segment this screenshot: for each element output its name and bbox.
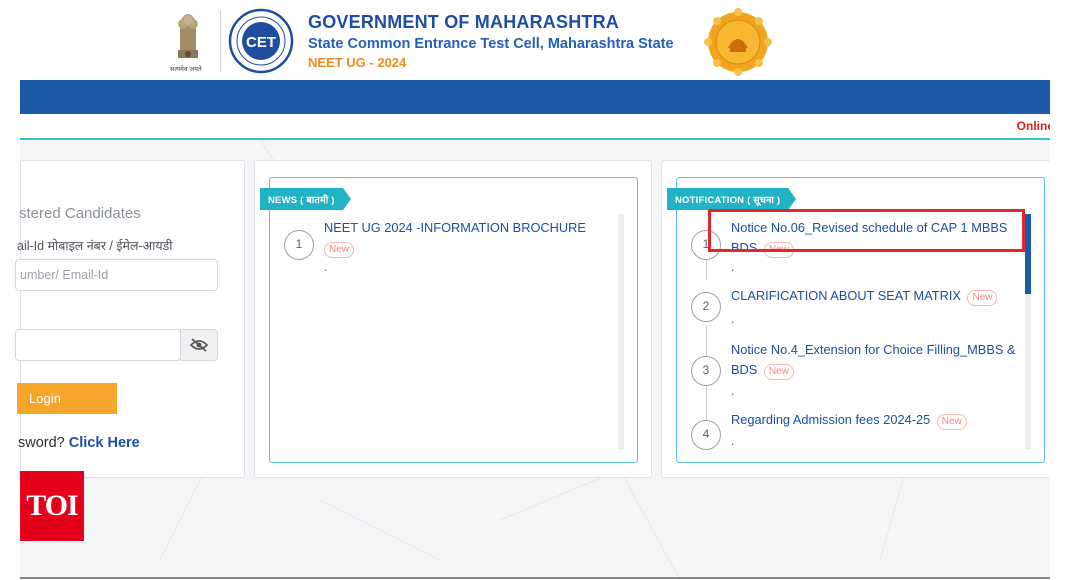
page-title: GOVERNMENT OF MAHARASHTRA	[308, 12, 619, 32]
news-item-title-text[interactable]: NEET UG 2024 -INFORMATION BROCHURE	[324, 220, 586, 235]
timeline-connector	[706, 260, 707, 280]
header-separator	[220, 10, 221, 72]
new-badge: New	[936, 414, 967, 430]
mobile-email-input[interactable]	[15, 259, 218, 291]
new-badge: New	[967, 290, 998, 306]
notification-item-dot: .	[731, 260, 735, 274]
notification-item-dot: .	[731, 384, 735, 398]
news-tag: NEWS ( बातमी )	[260, 188, 351, 210]
toggle-password-button[interactable]	[180, 329, 218, 361]
new-badge: New	[324, 242, 355, 258]
login-heading: stered Candidates	[19, 205, 141, 222]
ticker-text[interactable]: Online	[1017, 119, 1050, 133]
notification-item-title[interactable]: CLARIFICATION ABOUT SEAT MATRIX New	[731, 286, 1031, 306]
news-item-dot: .	[324, 260, 328, 274]
exam-name: NEET UG - 2024	[308, 55, 407, 70]
new-badge: New	[763, 364, 794, 380]
header-title-block: GOVERNMENT OF MAHARASHTRA State Common E…	[308, 12, 674, 70]
login-panel: stered Candidates ail-Id मोबाइल नंबर / ई…	[15, 160, 245, 478]
notification-panel: NOTIFICATION ( सूचना ) 1 Notice No.06_Re…	[661, 160, 1050, 478]
notification-scrollbar-thumb[interactable]	[1025, 214, 1031, 294]
notification-item-title-text[interactable]: Regarding Admission fees 2024-25	[731, 412, 930, 427]
main-navbar	[20, 80, 1050, 114]
timeline-connector	[706, 326, 707, 356]
notification-item-number: 4	[691, 420, 721, 450]
notification-tag: NOTIFICATION ( सूचना )	[667, 188, 797, 210]
emblem-caption: सत्यमेव जयते	[170, 66, 202, 73]
toi-watermark: TOI	[20, 471, 84, 541]
notification-item-dot: .	[731, 434, 735, 448]
page-subtitle: State Common Entrance Test Cell, Maharas…	[308, 36, 674, 52]
forgot-password-link[interactable]: Click Here	[69, 435, 140, 451]
password-input[interactable]	[15, 329, 181, 361]
notification-item-number: 2	[691, 292, 721, 322]
notification-item-title[interactable]: Notice No.4_Extension for Choice Filling…	[731, 340, 1031, 380]
news-item-title[interactable]: NEET UG 2024 -INFORMATION BROCHURE New	[324, 218, 624, 258]
notification-item-number: 3	[691, 356, 721, 386]
highlight-box	[708, 209, 1025, 252]
notification-item-title-text[interactable]: CLARIFICATION ABOUT SEAT MATRIX	[731, 288, 961, 303]
login-button[interactable]: Login	[17, 383, 117, 414]
cet-logo-text: CET	[246, 34, 276, 51]
news-scrollbar[interactable]	[618, 214, 624, 450]
news-panel: NEWS ( बातमी ) 1 NEET UG 2024 -INFORMATI…	[254, 160, 652, 478]
login-user-label: ail-Id मोबाइल नंबर / ईमेल-आयडी	[17, 239, 173, 253]
site-header: सत्यमेव जयते CET GOVERNMENT OF MAHARASHT…	[20, 0, 1050, 80]
news-box: NEWS ( बातमी ) 1 NEET UG 2024 -INFORMATI…	[260, 177, 638, 463]
news-item-number: 1	[284, 230, 314, 260]
forgot-password: sword? Click Here	[18, 435, 140, 451]
notification-scrollbar[interactable]	[1025, 214, 1031, 450]
cet-cell-logo: CET	[228, 8, 294, 74]
bottom-divider	[20, 577, 1050, 579]
forgot-password-text: sword?	[18, 435, 65, 451]
notification-item-title[interactable]: Regarding Admission fees 2024-25 New	[731, 410, 1031, 430]
notification-item-dot: .	[731, 312, 735, 326]
news-ticker: Online	[20, 114, 1050, 140]
maharashtra-seal-icon	[704, 8, 772, 76]
eye-slash-icon	[190, 338, 208, 352]
